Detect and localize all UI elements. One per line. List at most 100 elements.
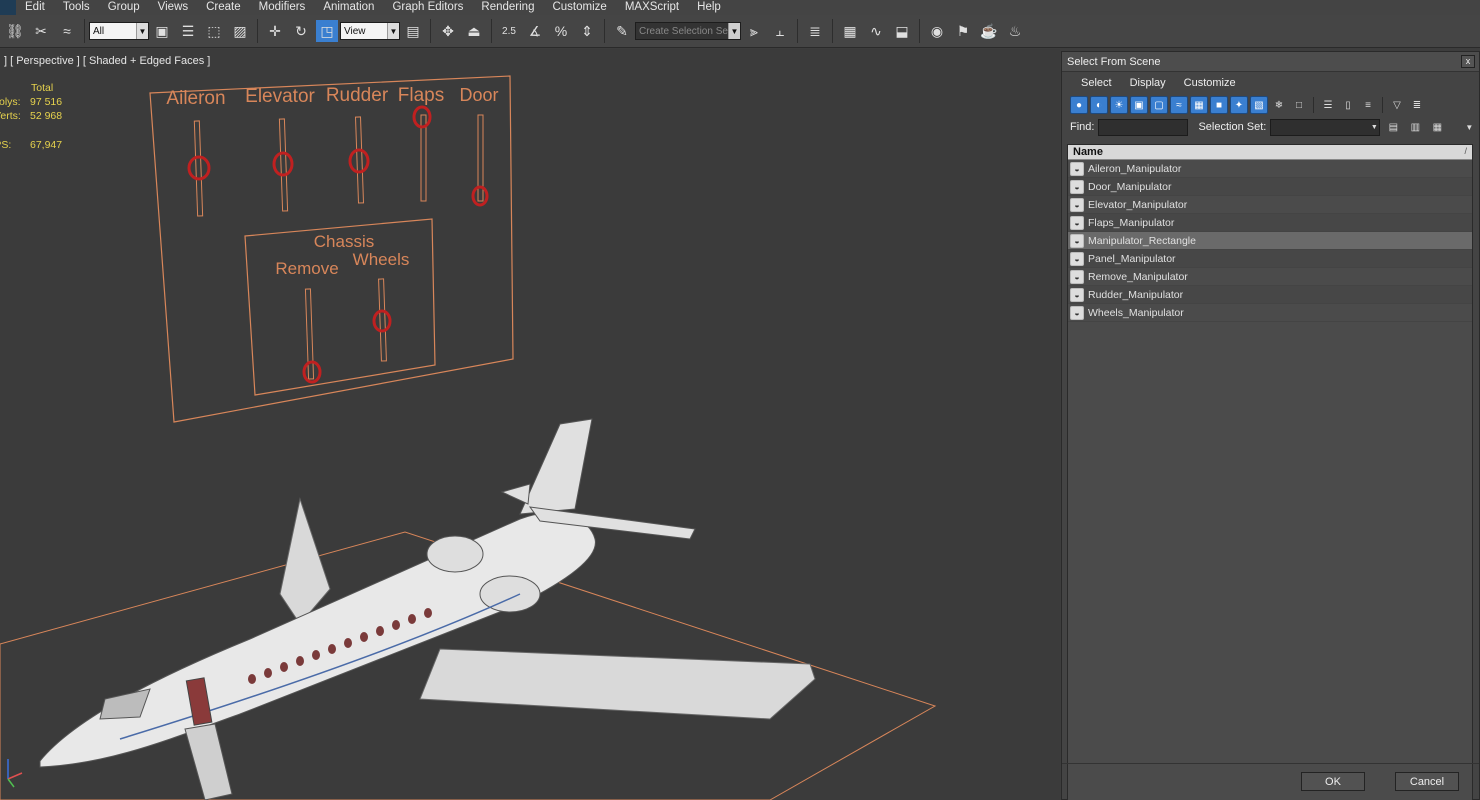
display-xrefs-icon[interactable]: ■ xyxy=(1210,96,1228,114)
slider-handle-flaps[interactable] xyxy=(412,105,432,129)
display-space-warps-icon[interactable]: ≈ xyxy=(1170,96,1188,114)
display-frozen-icon[interactable]: ❄ xyxy=(1270,96,1288,114)
select-by-name-icon[interactable]: ☰ xyxy=(177,20,199,42)
curve-editor-icon[interactable]: ∿ xyxy=(865,20,887,42)
display-helpers-icon[interactable]: ▢ xyxy=(1150,96,1168,114)
dialog-menu-select[interactable]: Select xyxy=(1072,77,1121,89)
menu-help[interactable]: Help xyxy=(688,0,730,15)
find-input[interactable] xyxy=(1098,118,1189,136)
selection-filter-dropdown[interactable]: All ▼ xyxy=(89,22,149,40)
viewport-label[interactable]: ] [ Perspective ] [ Shaded + Edged Faces… xyxy=(4,55,210,67)
filter-icon[interactable]: ▽ xyxy=(1388,96,1406,114)
list-item[interactable]: ◒ Elevator_Manipulator xyxy=(1068,196,1472,214)
display-shapes-icon[interactable]: ◐ xyxy=(1090,96,1108,114)
dialog-find-row: Find: Selection Set: ▼ ▤ ▥ ▦ ▼ xyxy=(1062,116,1479,138)
aircraft-model[interactable] xyxy=(39,418,816,800)
unlink-icon[interactable]: ✂ xyxy=(30,20,52,42)
filter-settings-icon[interactable]: ≣ xyxy=(1408,96,1426,114)
display-containers-icon[interactable]: ▧ xyxy=(1250,96,1268,114)
dialog-menu-display[interactable]: Display xyxy=(1121,77,1175,89)
column-header-name[interactable]: Name / xyxy=(1068,145,1472,160)
remove-selection-set-icon[interactable]: ▥ xyxy=(1406,118,1424,136)
close-icon[interactable]: x xyxy=(1461,55,1475,68)
display-lights-icon[interactable]: ☀ xyxy=(1110,96,1128,114)
display-geometry-icon[interactable]: ● xyxy=(1070,96,1088,114)
list-item[interactable]: ◒ Door_Manipulator xyxy=(1068,178,1472,196)
app-logo-icon[interactable] xyxy=(0,0,16,15)
link-icon[interactable]: ⛓ xyxy=(4,20,26,42)
menu-edit[interactable]: Edit xyxy=(16,0,54,15)
slider-handle-aileron[interactable] xyxy=(187,155,211,181)
menu-modifiers[interactable]: Modifiers xyxy=(250,0,315,15)
spinner-snap-icon[interactable]: ⇕ xyxy=(576,20,598,42)
list-item[interactable]: ◒ Aileron_Manipulator xyxy=(1068,160,1472,178)
list-item[interactable]: ◒ Manipulator_Rectangle xyxy=(1068,232,1472,250)
expand-toolbar-icon[interactable]: ▼ xyxy=(1460,118,1478,136)
display-hidden-icon[interactable]: □ xyxy=(1290,96,1308,114)
display-all-icon[interactable]: ☰ xyxy=(1319,96,1337,114)
display-cameras-icon[interactable]: ▣ xyxy=(1130,96,1148,114)
slider-label-wheels: Wheels xyxy=(353,250,410,269)
rotate-icon[interactable]: ↻ xyxy=(290,20,312,42)
create-selection-set-icon[interactable]: ▤ xyxy=(1384,118,1402,136)
scene-object-list[interactable]: Name / ◒ Aileron_Manipulator ◒ Door_Manipul… xyxy=(1067,144,1473,800)
select-object-icon[interactable]: ▣ xyxy=(151,20,173,42)
pivot-center-icon[interactable]: ▤ xyxy=(402,20,424,42)
selection-set-dropdown[interactable]: ▼ xyxy=(1270,118,1381,136)
angle-snap-icon[interactable]: ∡ xyxy=(524,20,546,42)
rectangular-selection-icon[interactable]: ⬚ xyxy=(203,20,225,42)
scale-icon[interactable]: ◳ xyxy=(316,20,338,42)
menu-create[interactable]: Create xyxy=(197,0,250,15)
menu-graph-editors[interactable]: Graph Editors xyxy=(383,0,472,15)
mirror-icon[interactable]: ⫸ xyxy=(743,20,765,42)
dialog-title-bar[interactable]: Select From Scene x xyxy=(1062,52,1479,72)
layer-manager-icon[interactable]: ≣ xyxy=(804,20,826,42)
keyboard-shortcut-override-icon[interactable]: ⏏ xyxy=(463,20,485,42)
slider-handle-elevator[interactable] xyxy=(272,151,294,177)
list-item[interactable]: ◒ Remove_Manipulator xyxy=(1068,268,1472,286)
invert-display-icon[interactable]: ≡ xyxy=(1359,96,1377,114)
select-set-objects-icon[interactable]: ▦ xyxy=(1428,118,1446,136)
stats-polys-value: 97 516 xyxy=(30,96,63,108)
named-selection-set-dropdown[interactable]: Create Selection Se ▼ xyxy=(635,22,741,40)
ok-button[interactable]: OK xyxy=(1301,772,1365,791)
reference-coordinate-dropdown[interactable]: View ▼ xyxy=(340,22,400,40)
dialog-title: Select From Scene xyxy=(1067,55,1161,68)
menu-tools[interactable]: Tools xyxy=(54,0,99,15)
slider-handle-rudder[interactable] xyxy=(348,148,370,174)
window-crossing-icon[interactable]: ▨ xyxy=(229,20,251,42)
display-groups-icon[interactable]: ▦ xyxy=(1190,96,1208,114)
menu-rendering[interactable]: Rendering xyxy=(472,0,543,15)
snaps-toggle-icon[interactable]: 2.5 xyxy=(498,20,520,42)
perspective-viewport[interactable]: Aileron Elevator Rudder Flaps Door Chass… xyxy=(0,49,1060,800)
menu-animation[interactable]: Animation xyxy=(314,0,383,15)
display-bones-icon[interactable]: ✦ xyxy=(1230,96,1248,114)
schematic-view-icon[interactable]: ⬓ xyxy=(891,20,913,42)
render-production-icon[interactable]: ♨ xyxy=(1004,20,1026,42)
move-icon[interactable]: ✛ xyxy=(264,20,286,42)
percent-snap-icon[interactable]: % xyxy=(550,20,572,42)
menu-group[interactable]: Group xyxy=(99,0,149,15)
graphite-ribbon-icon[interactable]: ▦ xyxy=(839,20,861,42)
material-editor-icon[interactable]: ◉ xyxy=(926,20,948,42)
slider-handle-wheels[interactable] xyxy=(372,309,392,333)
column-header-label: Name xyxy=(1073,146,1103,158)
select-manipulate-icon[interactable]: ✥ xyxy=(437,20,459,42)
render-setup-icon[interactable]: ⚑ xyxy=(952,20,974,42)
edit-named-selection-icon[interactable]: ✎ xyxy=(611,20,633,42)
menu-customize[interactable]: Customize xyxy=(543,0,615,15)
cancel-button[interactable]: Cancel xyxy=(1395,772,1459,791)
list-item[interactable]: ◒ Flaps_Manipulator xyxy=(1068,214,1472,232)
stats-verts-label: Verts: xyxy=(0,110,21,122)
menu-maxscript[interactable]: MAXScript xyxy=(616,0,688,15)
list-item[interactable]: ◒ Wheels_Manipulator xyxy=(1068,304,1472,322)
align-icon[interactable]: ⫠ xyxy=(769,20,791,42)
slider-handle-door[interactable] xyxy=(471,185,489,207)
dialog-menu-customize[interactable]: Customize xyxy=(1175,77,1245,89)
list-item[interactable]: ◒ Panel_Manipulator xyxy=(1068,250,1472,268)
rendered-frame-window-icon[interactable]: ☕ xyxy=(978,20,1000,42)
list-item[interactable]: ◒ Rudder_Manipulator xyxy=(1068,286,1472,304)
bind-space-warp-icon[interactable]: ≈ xyxy=(56,20,78,42)
menu-views[interactable]: Views xyxy=(149,0,197,15)
display-none-icon[interactable]: ▯ xyxy=(1339,96,1357,114)
